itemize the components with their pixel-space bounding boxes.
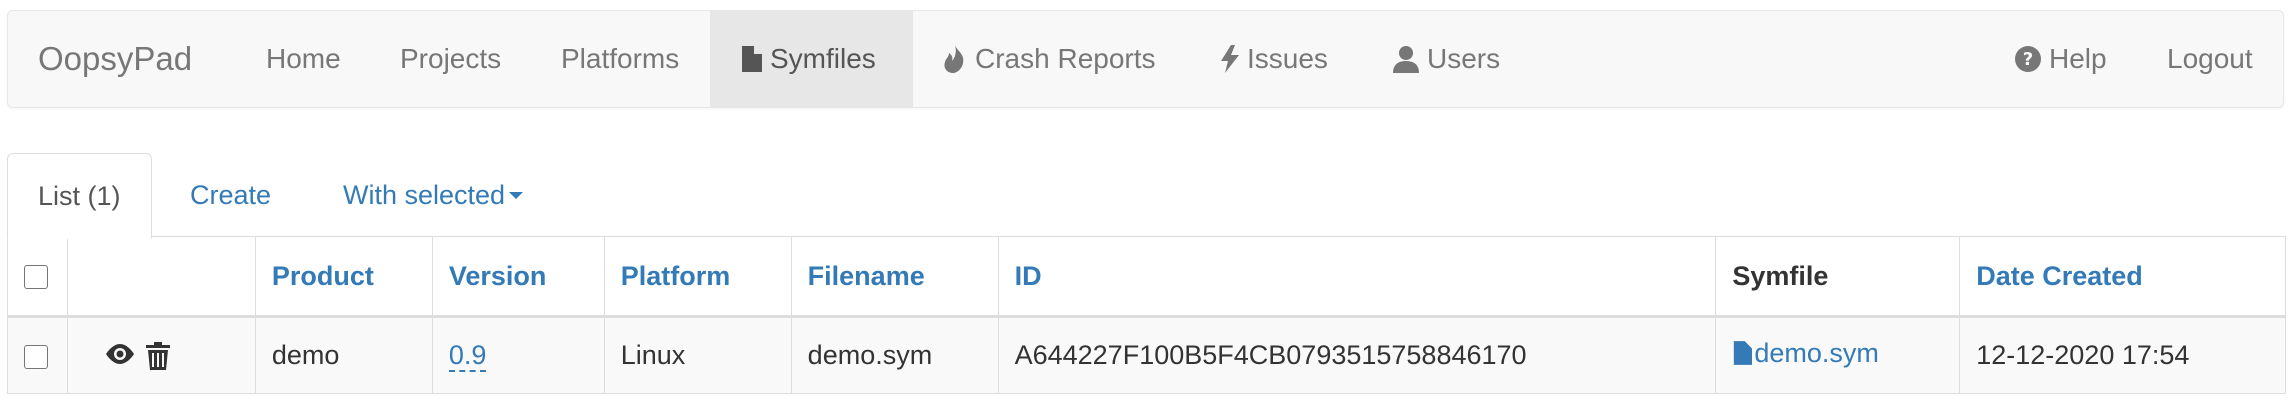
nav-users-label: Users	[1427, 43, 1501, 74]
row-actions-cell	[66, 316, 256, 394]
flash-icon	[1221, 45, 1239, 73]
brand-link[interactable]: OopsyPad	[38, 11, 192, 107]
actions-header	[66, 236, 256, 318]
cell-platform: Linux	[603, 316, 792, 394]
column-header-filename[interactable]: Filename	[790, 236, 999, 318]
table-header-row: Product Version Platform Filename ID Sym…	[7, 236, 2286, 318]
select-all-cell	[7, 236, 68, 318]
nav-logout[interactable]: Logout	[2167, 11, 2253, 107]
nav-home-label: Home	[266, 43, 341, 74]
symfile-link-label: demo.sym	[1754, 337, 1879, 368]
nav-symfiles-label: Symfiles	[770, 43, 876, 74]
nav-users[interactable]: Users	[1393, 11, 1500, 107]
column-header-product[interactable]: Product	[254, 236, 433, 318]
nav-issues[interactable]: Issues	[1221, 11, 1328, 107]
cell-version: 0.9	[431, 316, 605, 394]
nav-logout-label: Logout	[2167, 43, 2253, 74]
row-checkbox[interactable]	[24, 344, 48, 369]
cell-symfile: demo.sym	[1715, 316, 1961, 394]
eye-icon[interactable]	[104, 342, 136, 366]
nav-platforms-label: Platforms	[561, 43, 680, 74]
symfile-download-link[interactable]: demo.sym	[1732, 338, 1879, 369]
select-all-checkbox[interactable]	[24, 265, 48, 290]
column-header-platform[interactable]: Platform	[603, 236, 792, 318]
fire-icon	[944, 45, 964, 73]
nav-help[interactable]: ? Help	[2015, 11, 2107, 107]
nav-projects[interactable]: Projects	[400, 11, 501, 107]
nav-crash-reports-label: Crash Reports	[975, 43, 1156, 74]
version-editable-link[interactable]: 0.9	[448, 340, 487, 372]
nav-crash-reports[interactable]: Crash Reports	[943, 11, 1156, 107]
question-circle-icon: ?	[2015, 46, 2041, 72]
user-icon	[1393, 46, 1419, 73]
file-icon	[1734, 341, 1753, 366]
nav-home[interactable]: Home	[266, 11, 341, 107]
nav-symfiles[interactable]: Symfiles	[710, 11, 913, 107]
tab-list[interactable]: List (1)	[7, 153, 152, 239]
nav-issues-label: Issues	[1247, 43, 1328, 74]
tab-with-selected-label: With selected	[343, 180, 506, 210]
column-header-symfile: Symfile	[1715, 236, 1961, 318]
navbar: OopsyPad Home Projects Platforms Symfile…	[7, 10, 2284, 108]
cell-filename: demo.sym	[790, 316, 999, 394]
nav-projects-label: Projects	[400, 43, 502, 74]
column-header-id[interactable]: ID	[997, 236, 1717, 318]
table-row: demo 0.9 Linux demo.sym A644227F100B5F4C…	[7, 316, 2286, 394]
column-header-date-created[interactable]: Date Created	[1959, 236, 2286, 318]
row-select-cell	[7, 316, 68, 394]
caret-down-icon	[509, 191, 524, 199]
cell-id: A644227F100B5F4CB0793515758846170	[997, 316, 1717, 394]
tab-create[interactable]: Create	[190, 153, 271, 237]
tab-list-label: List (1)	[38, 181, 121, 211]
cell-date-created: 12-12-2020 17:54	[1959, 316, 2286, 394]
trash-icon[interactable]	[145, 341, 170, 370]
symfiles-table: Product Version Platform Filename ID Sym…	[7, 236, 2286, 394]
file-icon	[742, 46, 762, 72]
tab-with-selected[interactable]: With selected	[343, 153, 524, 237]
svg-text:?: ?	[2023, 49, 2033, 70]
nav-platforms[interactable]: Platforms	[561, 11, 679, 107]
tab-create-label: Create	[190, 180, 272, 210]
column-header-version[interactable]: Version	[431, 236, 605, 318]
cell-product: demo	[254, 316, 433, 394]
nav-help-label: Help	[2049, 43, 2107, 74]
